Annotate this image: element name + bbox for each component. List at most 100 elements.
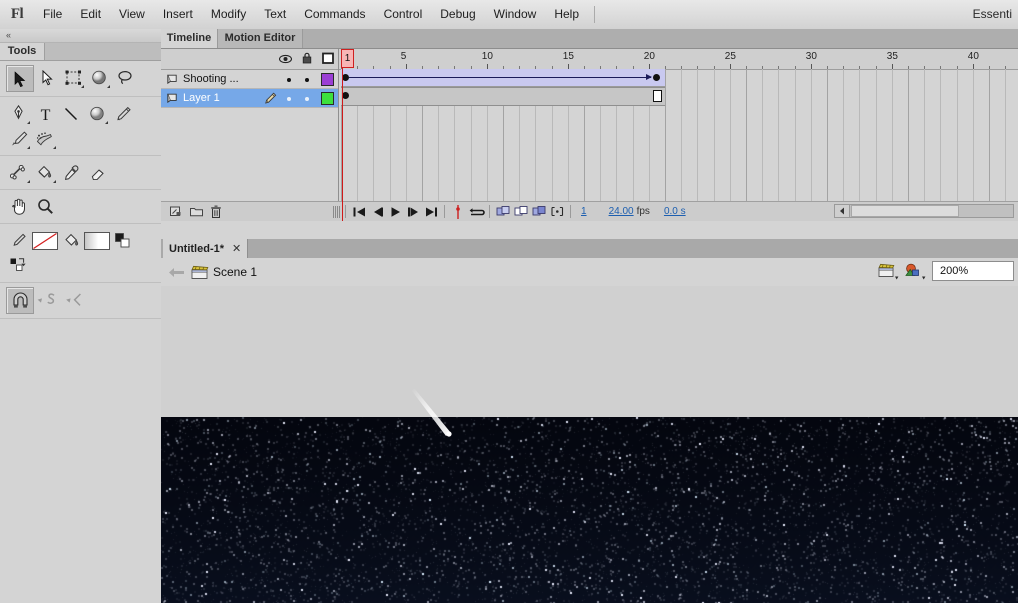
layer-lock-toggle[interactable] — [298, 73, 316, 85]
go-to-last-frame-button[interactable] — [422, 204, 440, 220]
playhead-marker[interactable]: 1 — [341, 49, 354, 68]
stage-canvas[interactable] — [161, 417, 1018, 603]
subselection-tool[interactable] — [34, 65, 60, 90]
timeline-horizontal-scrollbar[interactable] — [834, 204, 1014, 218]
document-tab[interactable]: Untitled-1* ✕ — [163, 239, 249, 258]
eraser-tool[interactable] — [84, 160, 110, 185]
tab-timeline[interactable]: Timeline — [161, 29, 217, 48]
outline-icon[interactable] — [322, 52, 334, 67]
frame-rate-value[interactable]: 24.00 — [609, 206, 634, 217]
eyedropper-tool[interactable] — [58, 160, 84, 185]
lasso-tool[interactable] — [112, 65, 138, 90]
lasso-3d-tool[interactable] — [86, 65, 112, 90]
submenu-triangle-icon[interactable] — [27, 121, 30, 124]
submenu-triangle-icon[interactable] — [27, 146, 30, 149]
submenu-triangle-icon[interactable] — [53, 180, 56, 183]
edit-scene-icon[interactable] — [878, 262, 900, 280]
line-tool[interactable] — [58, 101, 84, 126]
stage-area[interactable] — [161, 286, 1018, 603]
modify-markers-button[interactable] — [548, 204, 566, 220]
scrollbar-thumb[interactable] — [851, 205, 959, 217]
submenu-triangle-icon[interactable] — [53, 146, 56, 149]
stroke-color-none[interactable] — [32, 228, 58, 253]
straighten-option[interactable] — [60, 287, 86, 312]
pencil-tool[interactable] — [110, 101, 136, 126]
menu-item-edit[interactable]: Edit — [71, 0, 110, 29]
bone-tool[interactable] — [6, 160, 32, 185]
static-frame-span[interactable] — [341, 87, 665, 106]
keyframe-marker[interactable] — [342, 92, 349, 99]
new-folder-button[interactable] — [187, 204, 205, 220]
selection-tool[interactable] — [6, 65, 34, 92]
scene-name-label[interactable]: Scene 1 — [213, 265, 257, 279]
tools-collapse-button[interactable]: « — [0, 29, 161, 43]
snap-to-objects-toggle[interactable] — [6, 287, 34, 314]
black-and-white-button[interactable] — [110, 228, 136, 253]
eye-icon[interactable] — [278, 53, 293, 67]
frame-row[interactable] — [339, 87, 1018, 106]
fill-color-bucket[interactable] — [58, 228, 84, 253]
submenu-triangle-icon[interactable] — [27, 180, 30, 183]
edit-symbol-icon[interactable] — [904, 262, 928, 280]
menu-item-file[interactable]: File — [34, 0, 71, 29]
submenu-triangle-icon[interactable] — [81, 85, 84, 88]
onion-skin-button[interactable] — [494, 204, 512, 220]
submenu-triangle-icon[interactable] — [107, 85, 110, 88]
paint-bucket-tool[interactable] — [32, 160, 58, 185]
layer-lock-toggle[interactable] — [298, 92, 316, 104]
brush-tool[interactable] — [6, 126, 32, 151]
layer-name[interactable]: Shooting ... — [183, 73, 260, 85]
new-layer-button[interactable] — [167, 204, 185, 220]
lock-icon[interactable] — [302, 52, 312, 67]
layer-row[interactable]: Shooting ... — [161, 70, 338, 89]
pen-tool[interactable] — [6, 101, 32, 126]
step-back-one-frame-button[interactable] — [368, 204, 386, 220]
submenu-triangle-icon[interactable] — [105, 121, 108, 124]
text-tool[interactable]: T — [32, 101, 58, 126]
menu-item-text[interactable]: Text — [255, 0, 295, 29]
layer-row[interactable]: Layer 1 — [161, 89, 338, 108]
layer-type-icon[interactable] — [161, 74, 183, 84]
keyframe-marker[interactable] — [653, 74, 660, 81]
menu-item-commands[interactable]: Commands — [295, 0, 374, 29]
loop-playback-button[interactable] — [467, 204, 485, 220]
smooth-option[interactable] — [34, 287, 60, 312]
current-frame-indicator[interactable]: 1 — [581, 206, 587, 217]
zoom-level-input[interactable]: 200% — [932, 261, 1014, 281]
swap-colors-button[interactable] — [6, 253, 32, 278]
stroke-color-swatch[interactable] — [6, 228, 32, 253]
menu-item-help[interactable]: Help — [545, 0, 588, 29]
menu-item-insert[interactable]: Insert — [154, 0, 202, 29]
motion-tween-span[interactable] — [341, 69, 665, 87]
frame-row[interactable] — [339, 69, 1018, 87]
delete-layer-button[interactable] — [207, 204, 225, 220]
end-frame-marker[interactable] — [653, 90, 662, 102]
fill-color-swatch[interactable] — [84, 228, 110, 253]
scroll-left-button[interactable] — [835, 205, 850, 217]
workspace-switcher[interactable]: Essenti — [973, 0, 1012, 29]
oval-tool[interactable] — [84, 101, 110, 126]
tools-tab[interactable]: Tools — [0, 43, 45, 60]
frame-grid[interactable] — [339, 69, 1018, 221]
tab-motion-editor[interactable]: Motion Editor — [217, 29, 303, 48]
zoom-tool[interactable] — [32, 194, 58, 219]
close-icon[interactable]: ✕ — [232, 242, 241, 255]
back-arrow-icon[interactable] — [161, 267, 191, 278]
deco-spray-tool[interactable] — [32, 126, 58, 151]
edit-multiple-frames-button[interactable] — [530, 204, 548, 220]
menu-item-modify[interactable]: Modify — [202, 0, 255, 29]
layer-name[interactable]: Layer 1 — [183, 92, 260, 104]
step-forward-one-frame-button[interactable] — [404, 204, 422, 220]
onion-skin-outlines-button[interactable] — [512, 204, 530, 220]
layer-outline-color-swatch[interactable] — [316, 72, 338, 86]
menu-item-view[interactable]: View — [110, 0, 154, 29]
keyframe-marker[interactable] — [342, 74, 349, 81]
elapsed-time-value[interactable]: 0.0 s — [664, 206, 686, 217]
menu-item-debug[interactable]: Debug — [431, 0, 484, 29]
center-frame-button[interactable] — [449, 204, 467, 220]
hand-tool[interactable] — [6, 194, 32, 219]
go-to-first-frame-button[interactable] — [350, 204, 368, 220]
layer-outline-color-swatch[interactable] — [316, 91, 338, 105]
menu-item-control[interactable]: Control — [375, 0, 432, 29]
play-button[interactable] — [386, 204, 404, 220]
